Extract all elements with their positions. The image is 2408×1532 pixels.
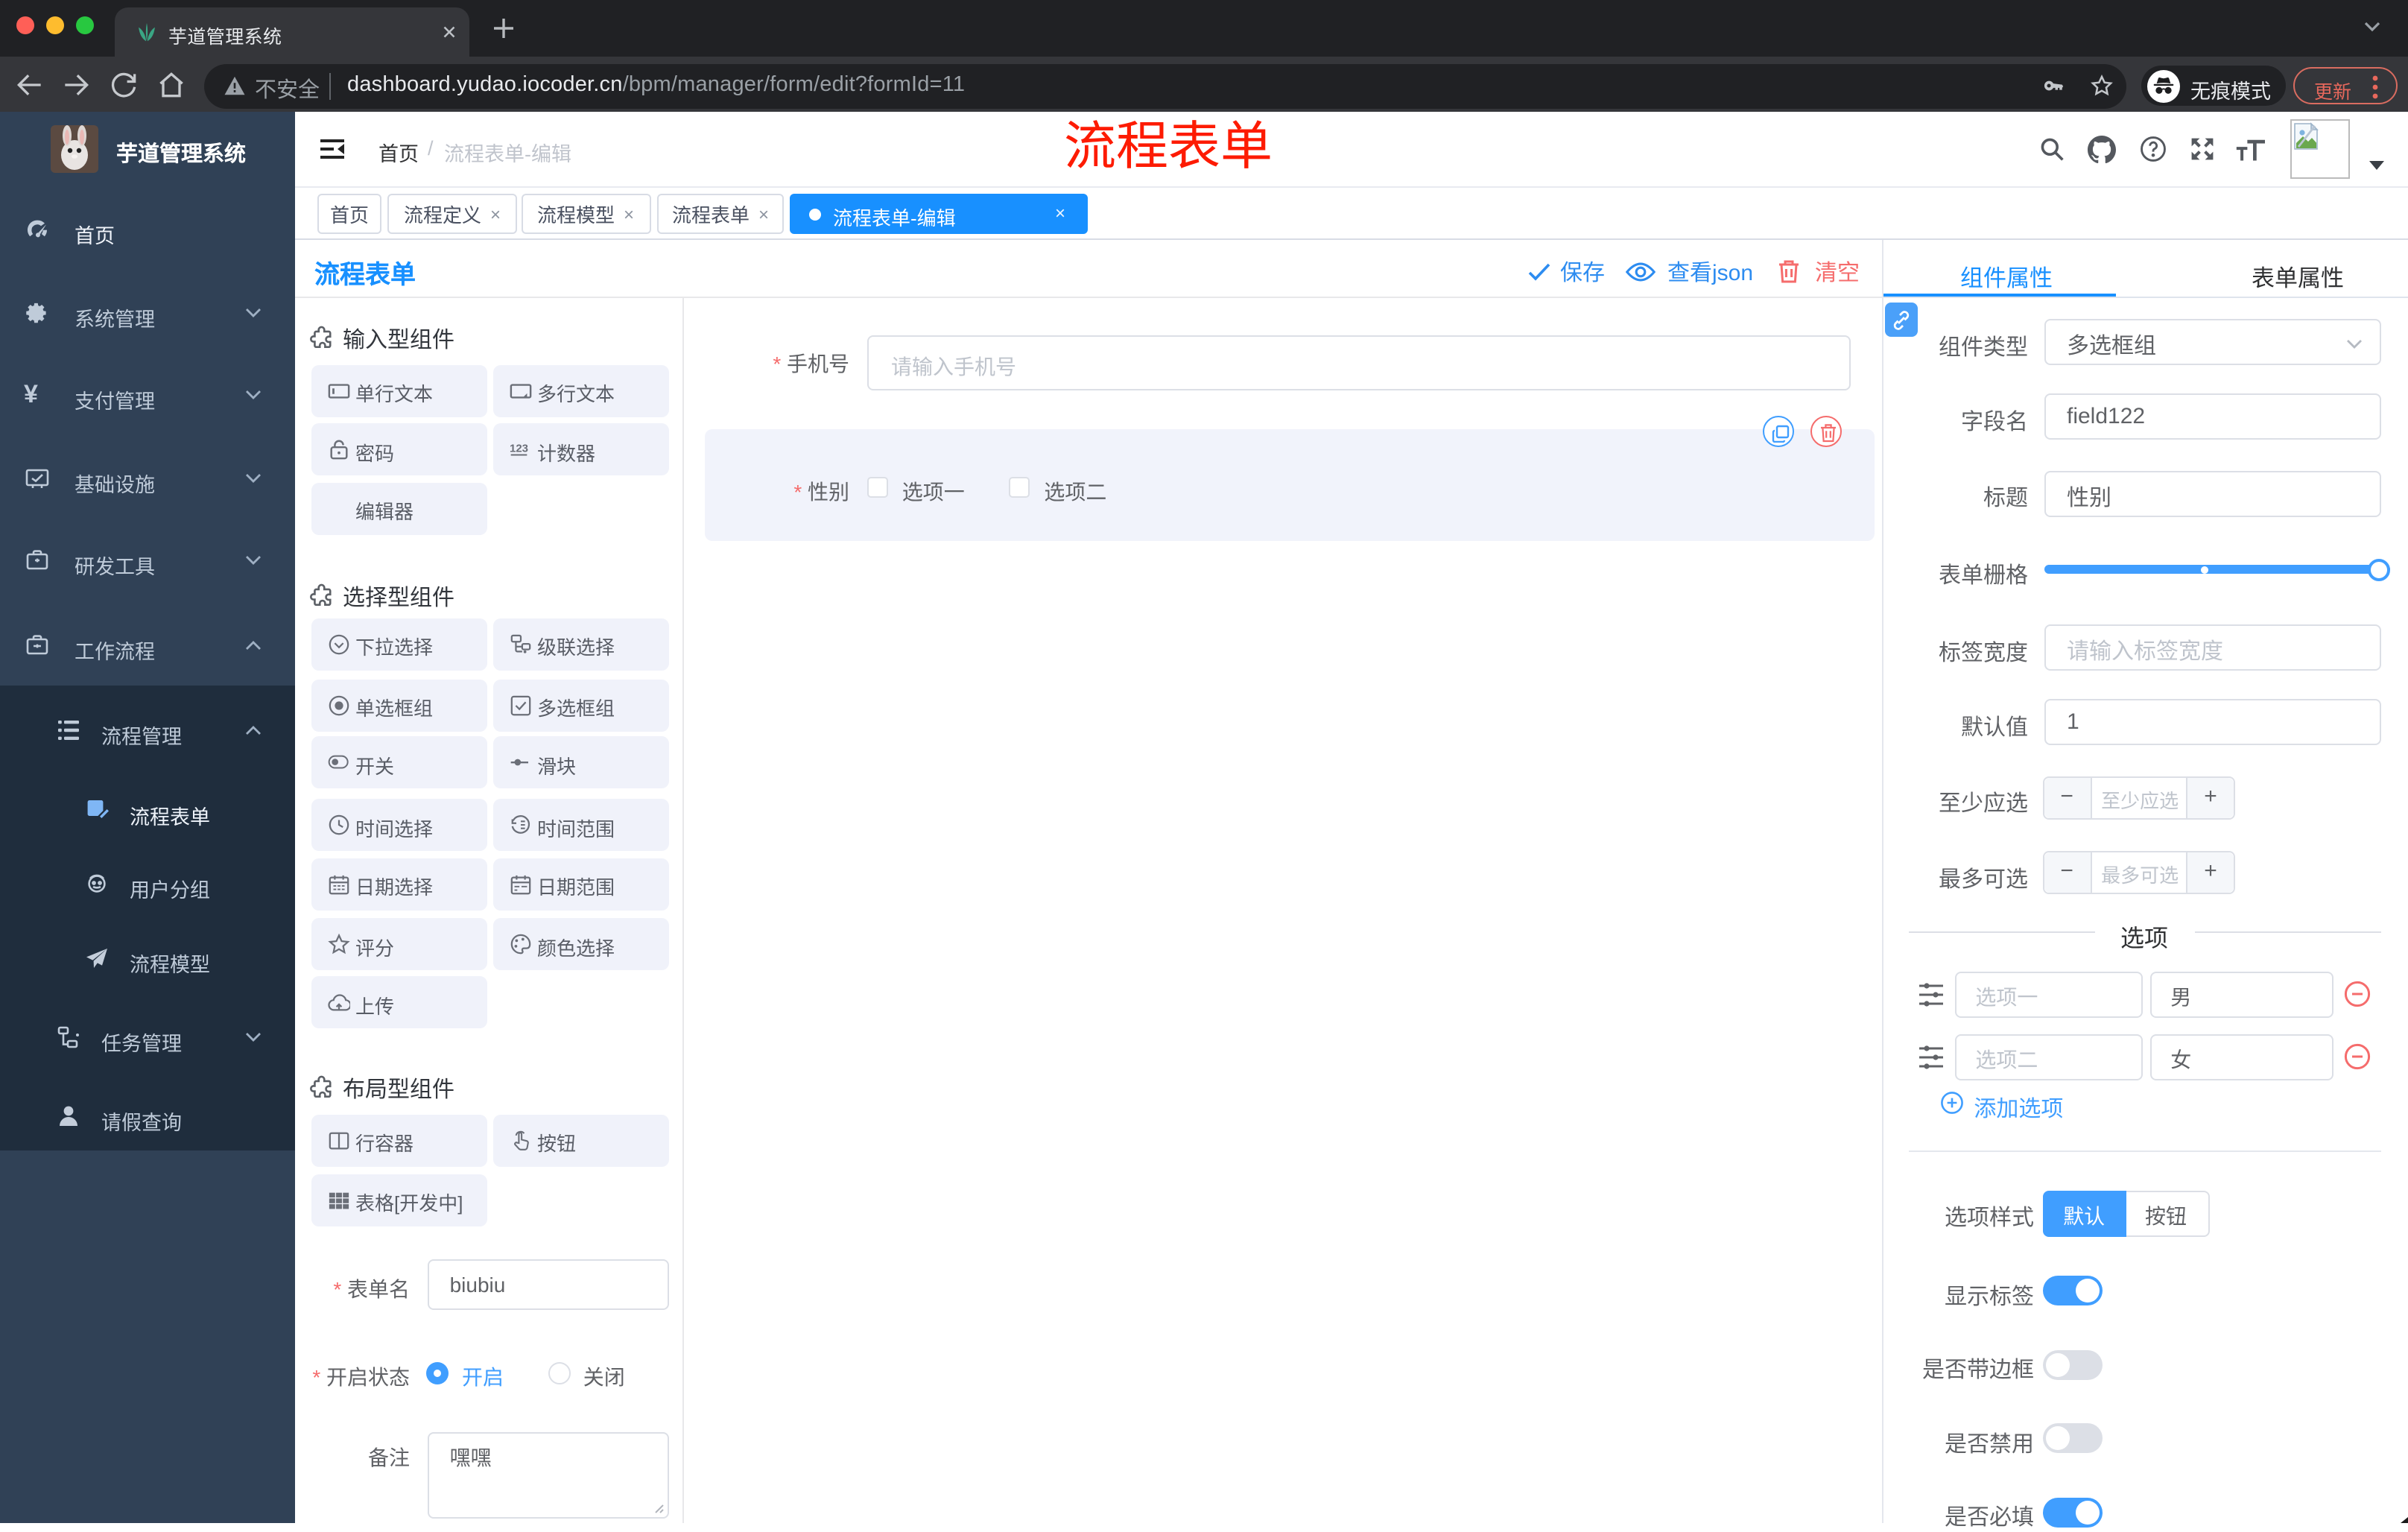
svg-text:123: 123 — [509, 443, 527, 455]
